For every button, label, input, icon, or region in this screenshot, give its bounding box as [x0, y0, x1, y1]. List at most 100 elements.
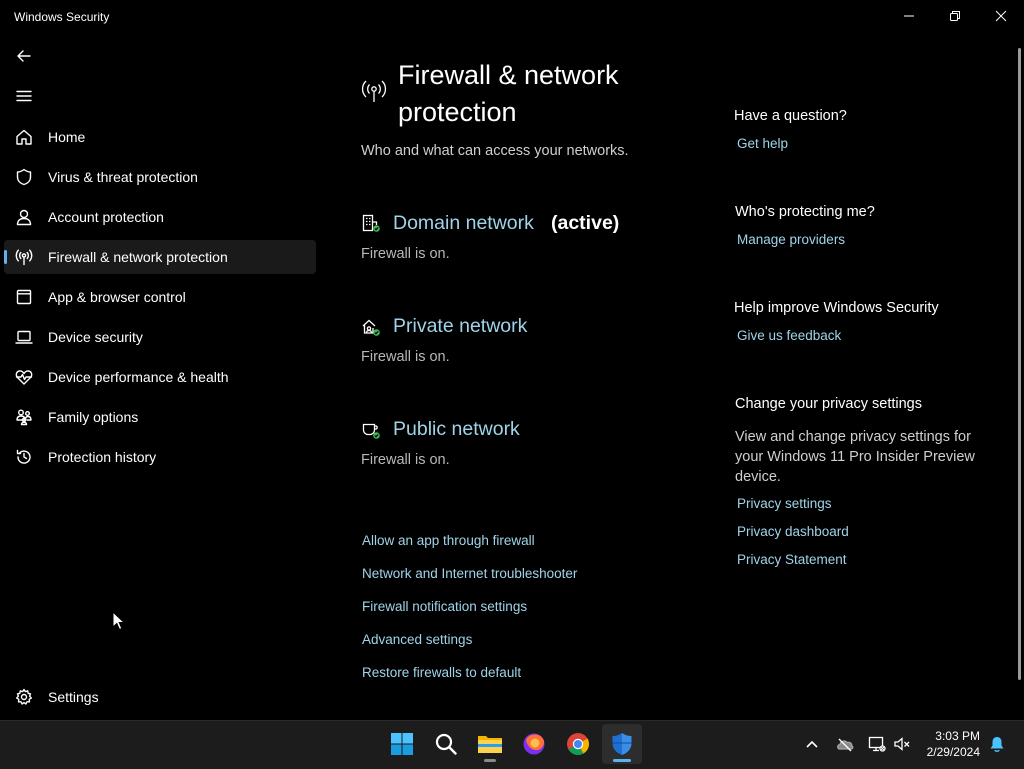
sidebar-item-label: App & browser control [48, 289, 186, 305]
chevron-up-icon [806, 740, 818, 748]
sidebar-item-label: Settings [48, 689, 99, 705]
advanced-settings-link[interactable]: Advanced settings [362, 632, 472, 647]
domain-network-status: Firewall is on. [361, 246, 450, 262]
sidebar-item-performance[interactable]: Device performance & health [4, 360, 316, 394]
page-title-line: Firewall & network [398, 60, 619, 90]
minimize-icon [904, 15, 914, 17]
domain-network-link[interactable]: Domain network [393, 212, 534, 235]
network-icon [868, 736, 886, 752]
allow-app-link[interactable]: Allow an app through firewall [362, 533, 535, 548]
title-bar: Windows Security [0, 0, 1024, 34]
manage-providers-link[interactable]: Manage providers [737, 232, 845, 247]
search-icon [435, 733, 457, 755]
sidebar-item-home[interactable]: Home [4, 120, 316, 154]
sidebar-item-firewall[interactable]: Firewall & network protection [4, 240, 316, 274]
file-explorer-icon [478, 736, 502, 753]
active-badge: (active) [551, 212, 620, 234]
sidebar-item-label: Family options [48, 409, 139, 425]
notification-settings-link[interactable]: Firewall notification settings [362, 599, 527, 614]
firefox-button[interactable] [514, 724, 554, 764]
laptop-icon [13, 326, 35, 348]
restore-defaults-link[interactable]: Restore firewalls to default [362, 665, 521, 680]
page-title-line: protection [398, 97, 517, 127]
running-indicator [484, 759, 496, 762]
privacy-description: View and change privacy settings for you… [735, 429, 975, 485]
chrome-button[interactable] [558, 724, 598, 764]
feedback-link[interactable]: Give us feedback [737, 328, 841, 343]
private-network-icon [361, 317, 381, 342]
privacy-settings-link[interactable]: Privacy settings [737, 496, 832, 511]
sidebar-item-device-security[interactable]: Device security [4, 320, 316, 354]
person-icon [13, 206, 35, 228]
antenna-icon [13, 246, 35, 268]
sidebar-item-history[interactable]: Protection history [4, 440, 316, 474]
troubleshooter-link[interactable]: Network and Internet troubleshooter [362, 566, 577, 581]
restore-button[interactable] [932, 0, 978, 32]
scrollbar[interactable] [1018, 48, 1021, 680]
back-arrow-icon [17, 50, 31, 62]
domain-network-icon [361, 213, 381, 238]
family-icon [13, 406, 35, 428]
volume-muted-icon [894, 737, 910, 751]
window-title: Windows Security [14, 10, 110, 24]
sidebar-item-label: Home [48, 129, 86, 145]
mouse-cursor-icon [112, 611, 126, 631]
network-button[interactable] [868, 735, 886, 758]
public-network-icon [361, 420, 381, 445]
private-network-status: Firewall is on. [361, 349, 450, 365]
protecting-heading: Who's protecting me? [735, 204, 875, 220]
minimize-button[interactable] [886, 0, 932, 32]
get-help-link[interactable]: Get help [737, 136, 788, 151]
hamburger-menu-icon [16, 90, 32, 102]
private-network-link[interactable]: Private network [393, 315, 527, 338]
sidebar-item-label: Virus & threat protection [48, 169, 198, 185]
taskbar-search-button[interactable] [426, 724, 466, 764]
question-heading: Have a question? [734, 108, 847, 124]
restore-icon [950, 11, 960, 21]
gear-icon [13, 686, 35, 708]
firewall-antenna-icon [361, 78, 387, 109]
volume-button[interactable] [893, 735, 911, 758]
page-subtitle: Who and what can access your networks. [361, 143, 629, 159]
shield-icon [13, 166, 35, 188]
public-network-status: Firewall is on. [361, 452, 450, 468]
privacy-dashboard-link[interactable]: Privacy dashboard [737, 524, 849, 539]
onedrive-button[interactable] [836, 736, 854, 757]
running-indicator [613, 759, 631, 762]
windows-security-icon [612, 733, 632, 755]
history-icon [13, 446, 35, 468]
sidebar-item-label: Device security [48, 329, 143, 345]
close-icon [995, 10, 1007, 22]
onedrive-cloud-icon [837, 738, 854, 752]
chrome-icon [567, 733, 589, 755]
windows-start-icon [391, 733, 413, 755]
show-hidden-icons-button[interactable] [804, 736, 820, 757]
close-button[interactable] [978, 0, 1024, 32]
privacy-heading: Change your privacy settings [735, 396, 922, 412]
home-icon [13, 126, 35, 148]
sidebar-item-account[interactable]: Account protection [4, 200, 316, 234]
start-button[interactable] [382, 724, 422, 764]
sidebar-item-family[interactable]: Family options [4, 400, 316, 434]
sidebar-item-label: Firewall & network protection [48, 249, 228, 265]
sidebar-item-settings[interactable]: Settings [4, 680, 316, 714]
browser-window-icon [13, 286, 35, 308]
heart-pulse-icon [13, 366, 35, 388]
back-button[interactable] [13, 45, 35, 67]
sidebar-item-label: Protection history [48, 449, 157, 465]
windows-security-button[interactable] [602, 724, 642, 764]
notification-bell-icon [990, 737, 1004, 752]
menu-button[interactable] [13, 85, 35, 107]
privacy-statement-link[interactable]: Privacy Statement [737, 552, 847, 567]
notification-button[interactable] [988, 735, 1006, 758]
sidebar-item-virus-threat[interactable]: Virus & threat protection [4, 160, 316, 194]
sidebar-item-label: Account protection [48, 209, 164, 225]
page-title: Firewall & network protection [398, 57, 698, 131]
clock-date[interactable]: 2/29/2024 [927, 745, 980, 759]
sidebar-item-app-browser[interactable]: App & browser control [4, 280, 316, 314]
public-network-link[interactable]: Public network [393, 418, 520, 441]
file-explorer-button[interactable] [470, 724, 510, 764]
improve-heading: Help improve Windows Security [734, 300, 939, 316]
clock-time[interactable]: 3:03 PM [935, 729, 980, 743]
firefox-icon [523, 733, 545, 755]
